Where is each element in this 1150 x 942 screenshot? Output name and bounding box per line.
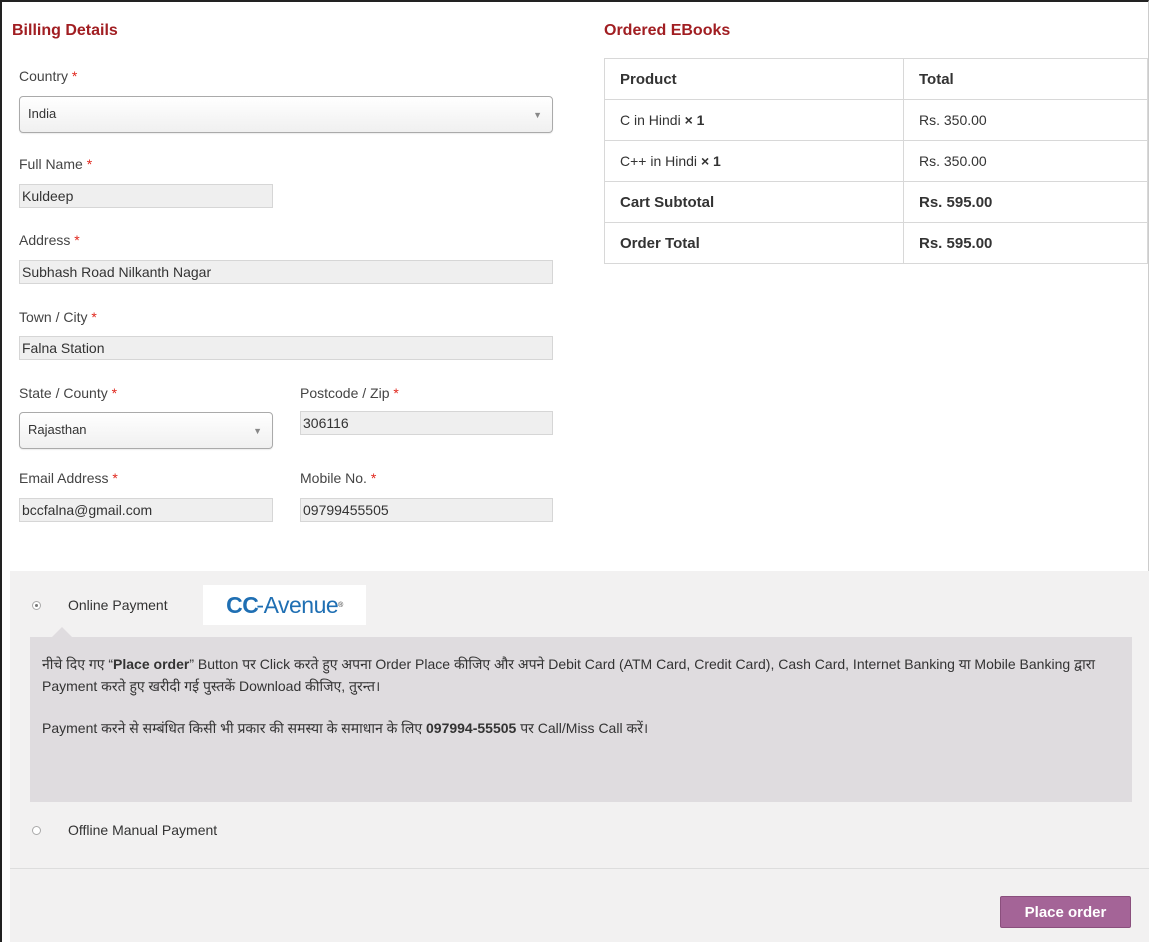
table-row: C++ in Hindi × 1 Rs. 350.00 (604, 140, 1148, 182)
address-label: Address * (19, 232, 80, 248)
payment-info-text-1: नीचे दिए गए “Place order” Button पर Clic… (42, 656, 1096, 694)
city-label: Town / City * (19, 309, 97, 325)
mobile-field[interactable]: 09799455505 (300, 498, 553, 522)
payment-section: Online Payment CC - Avenue ® नीचे दिए गए “P… (10, 571, 1149, 942)
divider (10, 868, 1149, 869)
chevron-down-icon: ▼ (253, 425, 262, 436)
product-cell: C++ in Hindi × 1 (604, 140, 904, 182)
col-total: Total (903, 58, 1148, 100)
zip-label: Postcode / Zip * (300, 385, 399, 401)
country-label: Country * (19, 68, 78, 84)
order-table-header: Product Total (604, 58, 1148, 100)
billing-heading: Billing Details (12, 22, 118, 39)
state-label: State / County * (19, 385, 118, 401)
offline-payment-radio[interactable] (32, 826, 41, 835)
subtotal-label: Cart Subtotal (604, 181, 904, 223)
table-row: C in Hindi × 1 Rs. 350.00 (604, 99, 1148, 141)
zip-field[interactable]: 306116 (300, 411, 553, 435)
offline-payment-label[interactable]: Offline Manual Payment (68, 822, 217, 838)
email-label: Email Address * (19, 470, 118, 486)
mobile-label: Mobile No. * (300, 470, 377, 486)
subtotal-row: Cart Subtotal Rs. 595.00 (604, 181, 1148, 223)
ccavenue-logo: CC - Avenue ® (203, 585, 366, 625)
place-order-button[interactable]: Place order (1000, 896, 1131, 928)
order-heading: Ordered EBooks (604, 22, 731, 39)
fullname-field[interactable]: Kuldeep (19, 184, 273, 208)
city-field[interactable]: Falna Station (19, 336, 553, 360)
online-payment-label[interactable]: Online Payment (68, 597, 168, 613)
fullname-label: Full Name * (19, 156, 93, 172)
address-field[interactable]: Subhash Road Nilkanth Nagar (19, 260, 553, 284)
order-total-value: Rs. 595.00 (903, 222, 1148, 264)
order-table: Product Total C in Hindi × 1 Rs. 350.00 … (604, 58, 1148, 264)
product-cell: C in Hindi × 1 (604, 99, 904, 141)
chevron-down-icon: ▼ (533, 109, 542, 120)
state-select[interactable]: Rajasthan ▼ (19, 412, 273, 449)
col-product: Product (604, 58, 904, 100)
order-total-row: Order Total Rs. 595.00 (604, 222, 1148, 264)
order-total-label: Order Total (604, 222, 904, 264)
payment-info-text-2: Payment करने से सम्बंधित किसी भी प्रकार … (42, 720, 649, 736)
total-cell: Rs. 350.00 (903, 140, 1148, 182)
country-value: India (28, 106, 57, 121)
email-field[interactable]: bccfalna@gmail.com (19, 498, 273, 522)
payment-info-box: नीचे दिए गए “Place order” Button पर Clic… (30, 627, 1132, 802)
subtotal-value: Rs. 595.00 (903, 181, 1148, 223)
online-payment-radio[interactable] (32, 601, 41, 610)
total-cell: Rs. 350.00 (903, 99, 1148, 141)
state-value: Rajasthan (28, 422, 87, 437)
country-select[interactable]: India ▼ (19, 96, 553, 133)
